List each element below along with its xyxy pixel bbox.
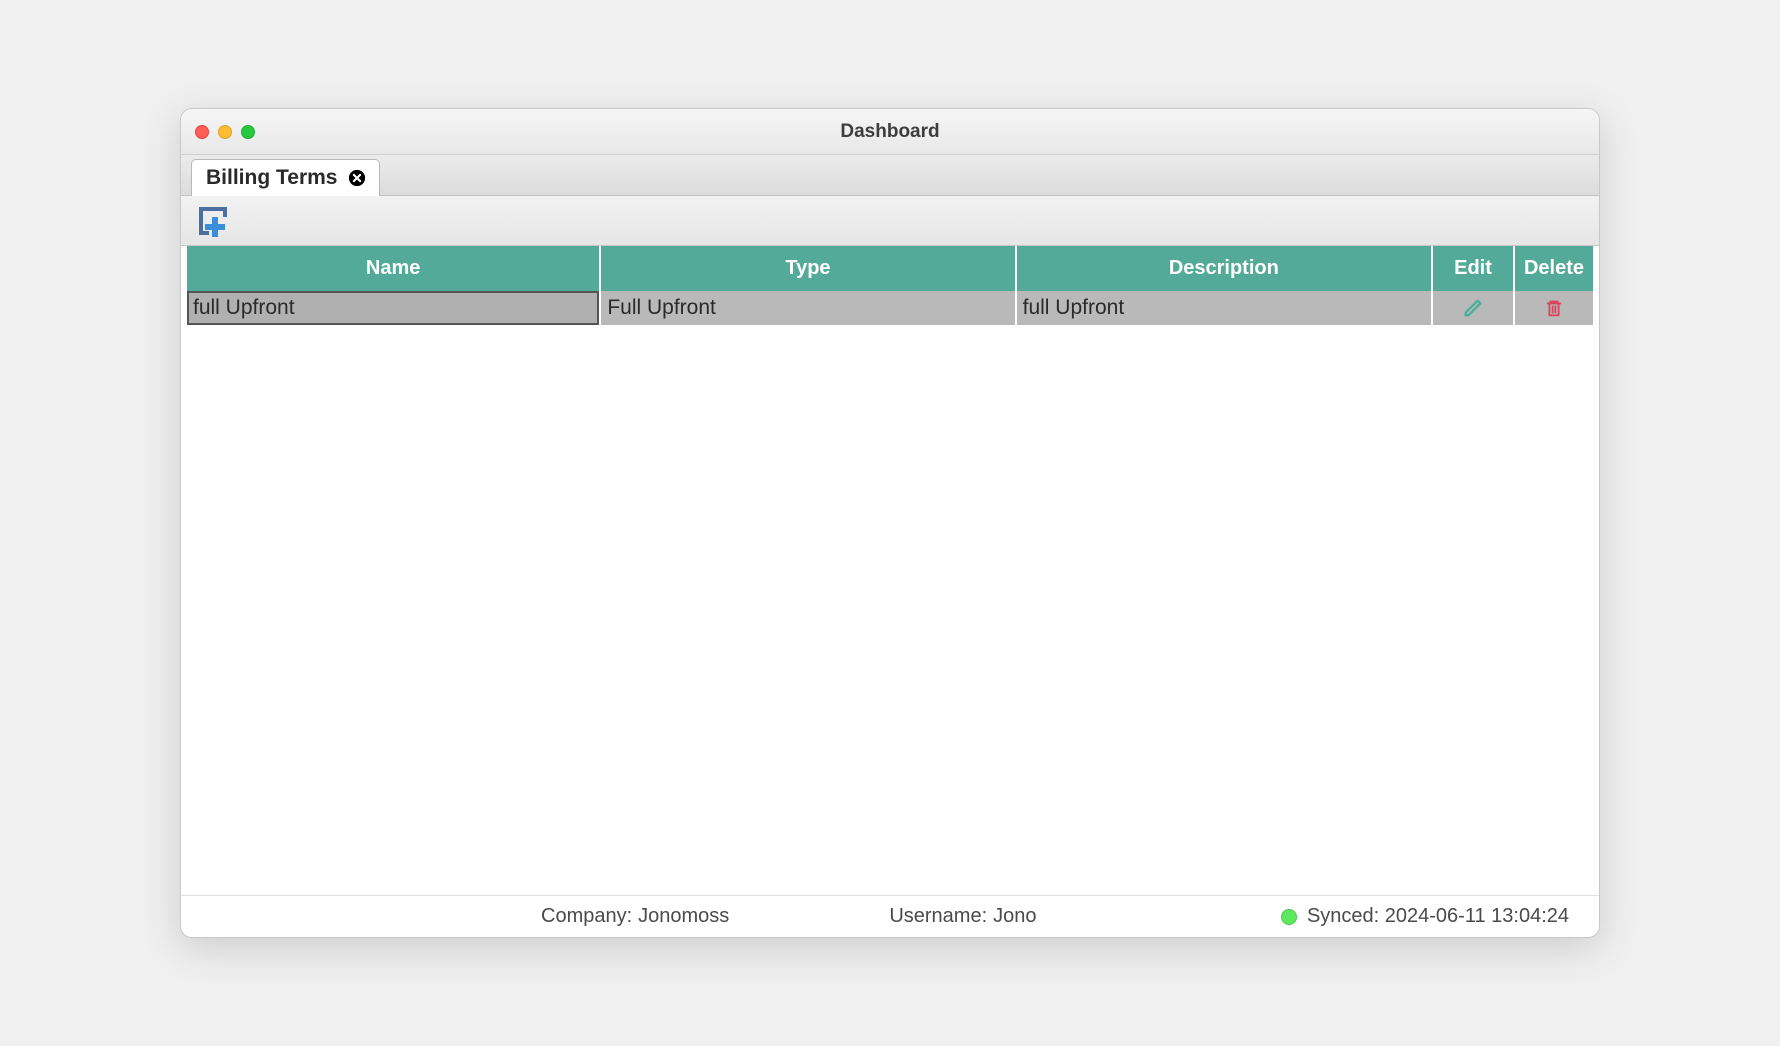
status-username: Username: Jono — [889, 905, 1036, 928]
tab-close-icon[interactable] — [347, 168, 367, 188]
column-header-name[interactable]: Name — [187, 246, 599, 291]
traffic-lights — [195, 125, 255, 139]
status-username-label: Username: — [889, 905, 987, 928]
status-company-value: Jonomoss — [638, 905, 729, 928]
window-minimize-button[interactable] — [218, 125, 232, 139]
cell-type[interactable]: Full Upfront — [601, 291, 1014, 325]
status-sync-value: 2024-06-11 13:04:24 — [1385, 905, 1569, 927]
cell-delete[interactable] — [1515, 291, 1593, 325]
column-header-delete[interactable]: Delete — [1515, 246, 1593, 291]
status-sync-label: Synced: — [1307, 905, 1385, 927]
add-icon — [195, 203, 231, 239]
tab-label: Billing Terms — [206, 166, 337, 190]
status-company: Company: Jonomoss — [541, 905, 729, 928]
tab-billing-terms[interactable]: Billing Terms — [191, 159, 380, 196]
toolbar — [181, 196, 1599, 246]
edit-icon — [1439, 297, 1507, 319]
cell-name[interactable]: full Upfront — [187, 291, 599, 325]
statusbar: Company: Jonomoss Username: Jono Synced:… — [181, 895, 1599, 937]
app-window: Dashboard Billing Terms — [180, 108, 1600, 938]
window-maximize-button[interactable] — [241, 125, 255, 139]
add-button[interactable] — [195, 203, 231, 239]
window-title: Dashboard — [181, 121, 1599, 143]
cell-description[interactable]: full Upfront — [1017, 291, 1431, 325]
status-company-label: Company: — [541, 905, 632, 928]
status-sync: Synced: 2024-06-11 13:04:24 — [1281, 905, 1569, 928]
status-username-value: Jono — [993, 905, 1036, 928]
window-close-button[interactable] — [195, 125, 209, 139]
cell-edit[interactable] — [1433, 291, 1513, 325]
sync-indicator-icon — [1281, 909, 1297, 925]
tabbar: Billing Terms — [181, 155, 1599, 196]
table-row[interactable]: full Upfront Full Upfront full Upfront — [187, 291, 1593, 325]
titlebar: Dashboard — [181, 109, 1599, 155]
billing-terms-table: Name Type Description Edit Delete full U… — [185, 246, 1595, 325]
trash-icon — [1521, 297, 1587, 319]
table-header-row: Name Type Description Edit Delete — [187, 246, 1593, 291]
column-header-description[interactable]: Description — [1017, 246, 1431, 291]
column-header-type[interactable]: Type — [601, 246, 1014, 291]
column-header-edit[interactable]: Edit — [1433, 246, 1513, 291]
content-area: Name Type Description Edit Delete full U… — [181, 246, 1599, 895]
